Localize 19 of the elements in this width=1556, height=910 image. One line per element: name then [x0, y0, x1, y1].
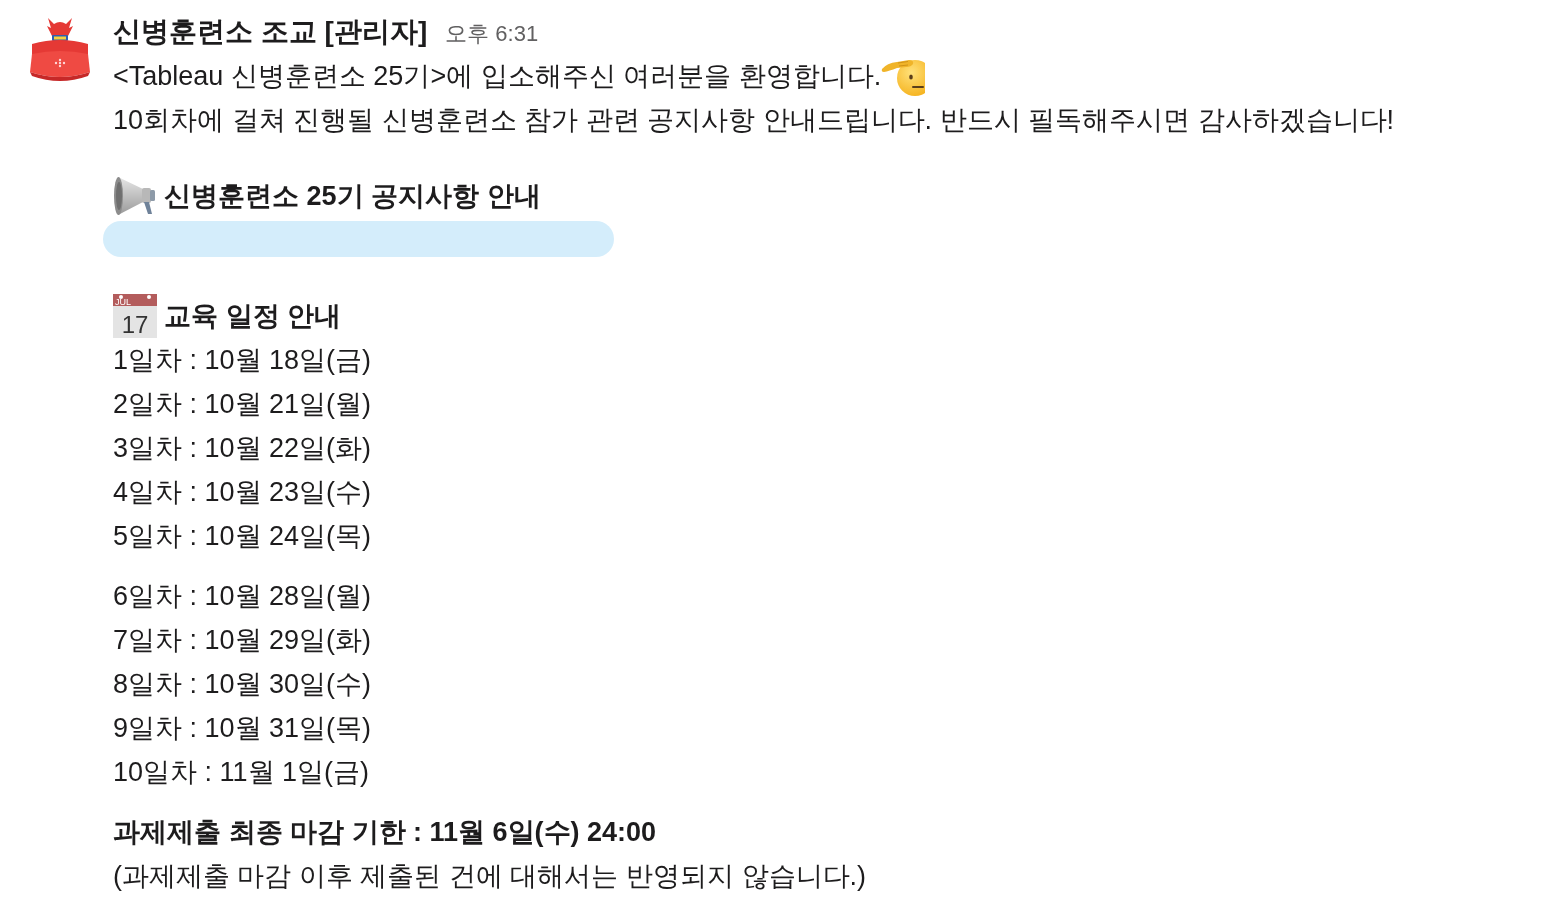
megaphone-icon — [113, 174, 157, 218]
section-heading: 교육 일정 안내 — [164, 300, 341, 333]
schedule-line: 3일차 : 10월 22일(화) — [113, 432, 372, 465]
schedule-line: 8일차 : 10월 30일(수) — [113, 668, 372, 701]
schedule-line: 9일차 : 10월 31일(목) — [113, 712, 372, 745]
instructions-text: 10회차에 걸쳐 진행될 신병훈련소 참가 관련 공지사항 안내드립니다. 반드시 필독해주시면 감사하겠습니다! — [113, 104, 1395, 137]
schedule-line: 10일차 : 11월 1일(금) — [113, 756, 371, 789]
schedule-line: 2일차 : 10월 21일(월) — [113, 388, 372, 421]
welcome-text: <Tableau 신병훈련소 25기>에 입소해주신 여러분을 환영합니다. — [113, 60, 882, 93]
schedule-line: 5일차 : 10월 24일(목) — [113, 520, 372, 553]
message-time[interactable]: 오후 6:31 — [445, 16, 539, 52]
schedule-line: 1일차 : 10월 18일(금) — [113, 344, 372, 377]
deadline-note: (과제제출 마감 이후 제출된 건에 대해서는 반영되지 않습니다.) — [113, 860, 866, 893]
schedule-line: 7일차 : 10월 29일(화) — [113, 624, 372, 657]
section-heading: 신병훈련소 25기 공지사항 안내 — [164, 180, 541, 213]
author-name[interactable]: 신병훈련소 조교 [관리자] — [113, 14, 428, 50]
deadline-text: 과제제출 최종 마감 기한 : 11월 6일(수) 24:00 — [113, 816, 658, 849]
schedule-line: 6일차 : 10월 28일(월) — [113, 580, 372, 613]
schedule-line: 4일차 : 10월 23일(수) — [113, 476, 372, 509]
